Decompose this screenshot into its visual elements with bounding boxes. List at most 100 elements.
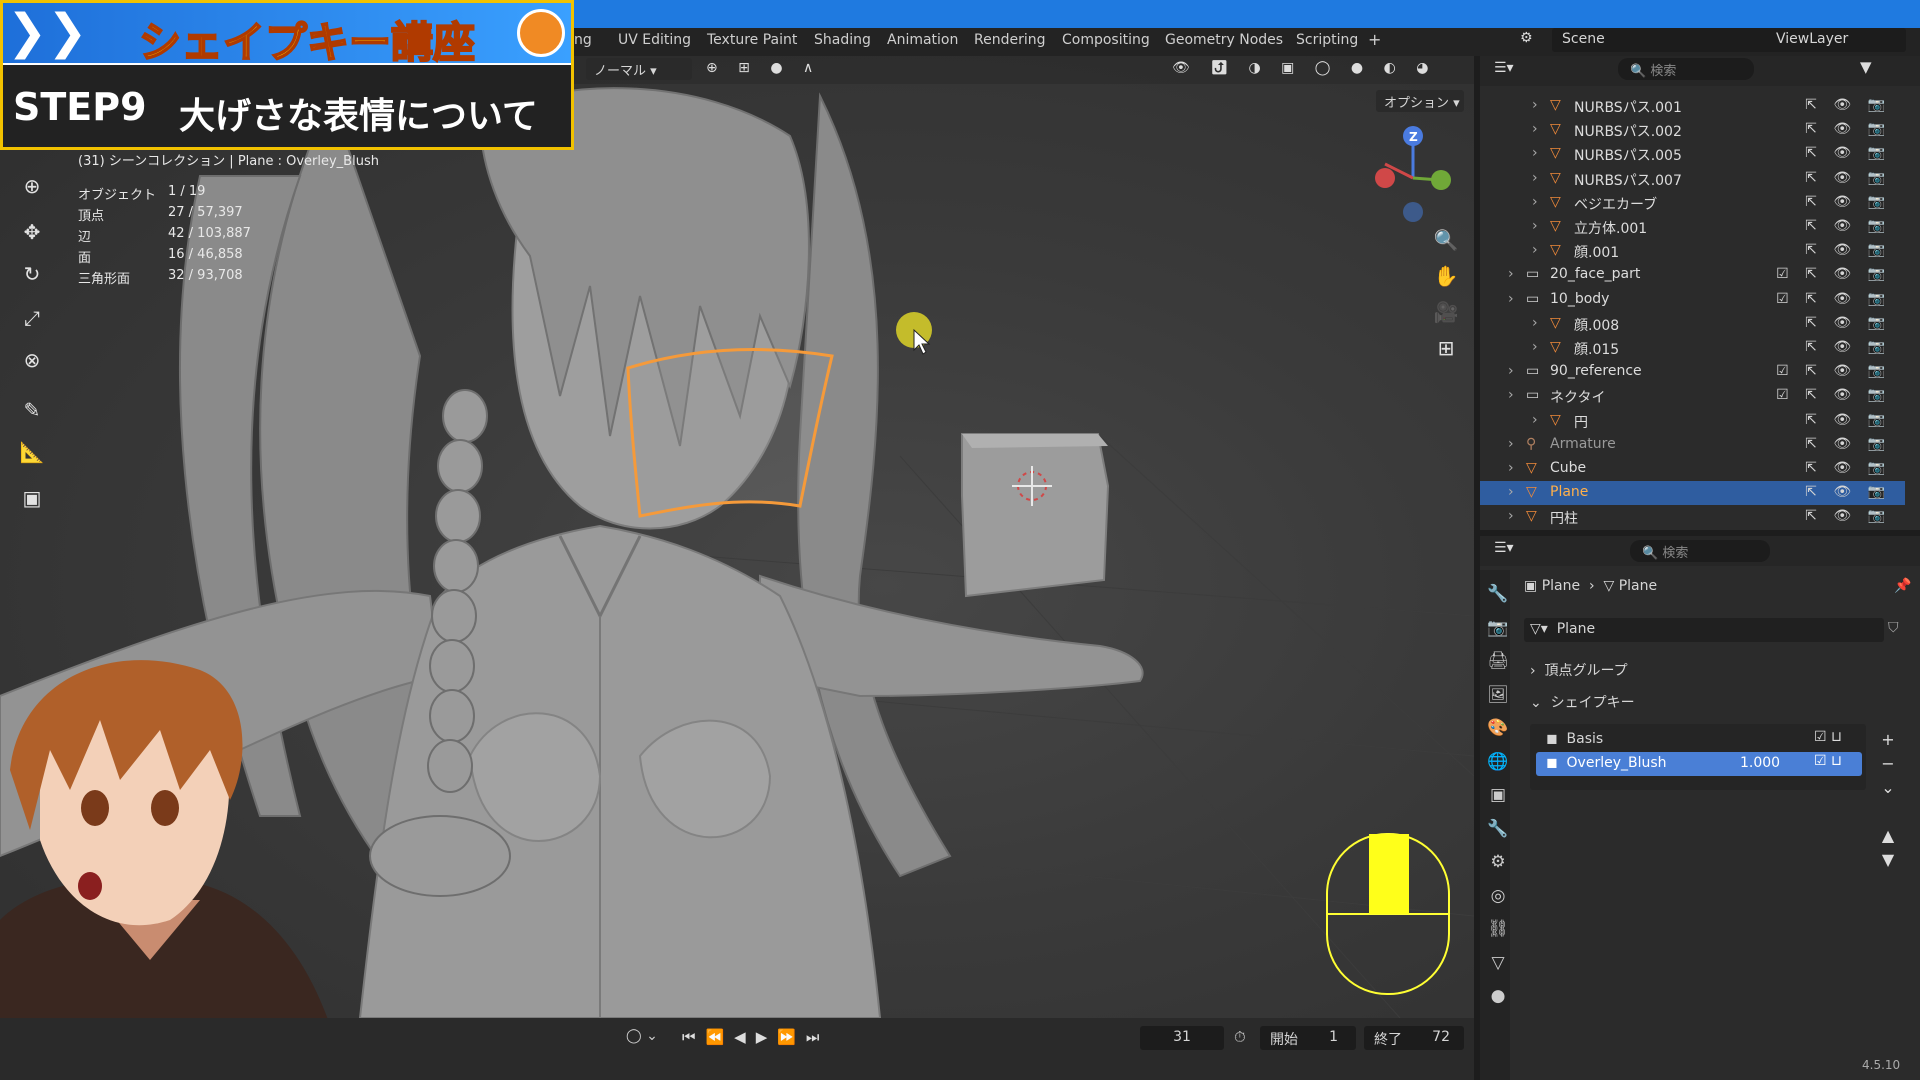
shape-keys-panel-header[interactable]: ⌄ シェイプキー	[1530, 692, 1635, 712]
properties-editor-type-icon[interactable]: ☰▾	[1494, 540, 1514, 556]
expand-arrow-icon[interactable]: ›	[1532, 97, 1538, 113]
visibility-controls[interactable]: ⇱ 👁 📷	[1805, 242, 1891, 258]
camera-view-icon[interactable]: 🎥	[1428, 294, 1464, 330]
visibility-controls[interactable]: ⇱ 👁 📷	[1805, 145, 1891, 161]
expand-arrow-icon[interactable]: ›	[1508, 387, 1514, 403]
add-workspace-button[interactable]: +	[1368, 30, 1381, 49]
visibility-controls[interactable]: ⇱ 👁 📷	[1805, 412, 1891, 428]
tab-compositing[interactable]: Compositing	[1062, 32, 1150, 48]
tab-animation[interactable]: Animation	[887, 32, 958, 48]
vertex-groups-panel-header[interactable]: › 頂点グループ	[1530, 660, 1628, 680]
visibility-controls[interactable]: ⇱ 👁 📷	[1805, 97, 1891, 113]
start-frame-field[interactable]: 開始 1	[1260, 1026, 1356, 1050]
shape-key-value[interactable]: 1.000	[1740, 755, 1780, 771]
expand-arrow-icon[interactable]: ›	[1508, 363, 1514, 379]
visibility-controls[interactable]: ⇱ 👁 📷	[1805, 436, 1891, 452]
expand-arrow-icon[interactable]: ›	[1532, 170, 1538, 186]
outliner-item[interactable]: › ▽ NURBSパス.002 ⇱ 👁 📷	[1480, 118, 1905, 142]
outliner-item[interactable]: › ▽ NURBSパス.005 ⇱ 👁 📷	[1480, 142, 1905, 166]
outliner-item[interactable]: › ▽ 顔.015 ⇱ 👁 📷	[1480, 336, 1905, 360]
rotate-tool-icon[interactable]: ↻	[14, 256, 50, 292]
options-dropdown[interactable]: オプション ▾	[1376, 90, 1464, 112]
move-tool-icon[interactable]: ✥	[14, 214, 50, 250]
outliner-item[interactable]: › ▭ ネクタイ ☑ ⇱ 👁 📷	[1480, 384, 1905, 408]
stopwatch-icon[interactable]: ⏱	[1234, 1028, 1246, 1046]
visibility-controls[interactable]: ☑ ⇱ 👁 📷	[1776, 387, 1891, 403]
visibility-controls[interactable]: ☑ ⇱ 👁 📷	[1776, 363, 1891, 379]
outliner-item[interactable]: › ▽ ベジエカーブ ⇱ 👁 📷	[1480, 191, 1905, 215]
zoom-icon[interactable]: 🔍	[1428, 222, 1464, 258]
outliner-filter-icon[interactable]: ▼	[1860, 58, 1872, 76]
visibility-controls[interactable]: ☑ ⇱ 👁 📷	[1776, 266, 1891, 282]
visibility-controls[interactable]: ⇱ 👁 📷	[1805, 339, 1891, 355]
visibility-controls[interactable]: ⇱ 👁 📷	[1805, 508, 1891, 524]
properties-search-input[interactable]: 🔍 検索	[1630, 540, 1770, 562]
outliner-item[interactable]: › ⚲ Armature ⇱ 👁 📷	[1480, 433, 1905, 457]
expand-arrow-icon[interactable]: ›	[1508, 460, 1514, 476]
cursor-tool-icon[interactable]: ⊕	[14, 168, 50, 204]
tab-uv-editing[interactable]: UV Editing	[618, 32, 691, 48]
outliner-search-input[interactable]: 🔍 検索	[1618, 58, 1754, 80]
visibility-controls[interactable]: ⇱ 👁 📷	[1805, 315, 1891, 331]
expand-arrow-icon[interactable]: ›	[1532, 194, 1538, 210]
outliner-item[interactable]: › ▽ NURBSパス.007 ⇱ 👁 📷	[1480, 167, 1905, 191]
scene-selector[interactable]: Scene	[1552, 28, 1750, 52]
expand-arrow-icon[interactable]: ›	[1508, 484, 1514, 500]
keying-toggle-icon[interactable]: ◯ ⌄	[626, 1028, 658, 1044]
current-frame-field[interactable]: 31	[1140, 1026, 1224, 1050]
expand-arrow-icon[interactable]: ›	[1532, 412, 1538, 428]
expand-arrow-icon[interactable]: ›	[1532, 242, 1538, 258]
visibility-controls[interactable]: ⇱ 👁 📷	[1805, 170, 1891, 186]
expand-arrow-icon[interactable]: ›	[1508, 508, 1514, 524]
tab-rendering[interactable]: Rendering	[974, 32, 1046, 48]
expand-arrow-icon[interactable]: ›	[1532, 315, 1538, 331]
outliner-item[interactable]: › ▽ 顔.008 ⇱ 👁 📷	[1480, 312, 1905, 336]
expand-arrow-icon[interactable]: ›	[1508, 266, 1514, 282]
expand-arrow-icon[interactable]: ›	[1532, 218, 1538, 234]
outliner-item[interactable]: › ▽ 円柱 ⇱ 👁 📷	[1480, 505, 1905, 529]
scale-tool-icon[interactable]: ⤢	[14, 300, 50, 336]
expand-arrow-icon[interactable]: ›	[1532, 145, 1538, 161]
expand-arrow-icon[interactable]: ›	[1532, 339, 1538, 355]
end-frame-field[interactable]: 終了 72	[1364, 1026, 1464, 1050]
tab-geometry-nodes[interactable]: Geometry Nodes	[1165, 32, 1283, 48]
outliner-item[interactable]: › ▭ 20_face_part ☑ ⇱ 👁 📷	[1480, 263, 1905, 287]
pin-icon[interactable]: 📌	[1894, 578, 1911, 594]
tab-layout[interactable]: ng	[574, 32, 592, 48]
pan-hand-icon[interactable]: ✋	[1428, 258, 1464, 294]
transform-tool-icon[interactable]: ⊗	[14, 342, 50, 378]
outliner-item[interactable]: › ▭ 90_reference ☑ ⇱ 👁 📷	[1480, 360, 1905, 384]
cube-object[interactable]	[961, 433, 1110, 598]
outliner-item[interactable]: › ▽ Plane ⇱ 👁 📷	[1480, 481, 1905, 506]
outliner-item[interactable]: › ▽ NURBSパス.001 ⇱ 👁 📷	[1480, 94, 1905, 118]
snapping-controls[interactable]: ⊕ ⊞ ● ∧	[706, 60, 821, 76]
expand-arrow-icon[interactable]: ›	[1508, 291, 1514, 307]
transform-orientation-dropdown[interactable]: ノーマル ▾	[586, 58, 692, 80]
measure-tool-icon[interactable]: 📐	[14, 434, 50, 470]
tab-scripting[interactable]: Scripting	[1296, 32, 1358, 48]
ortho-grid-icon[interactable]: ⊞	[1428, 330, 1464, 366]
expand-arrow-icon[interactable]: ›	[1508, 436, 1514, 452]
add-cube-tool-icon[interactable]: ▣	[14, 480, 50, 516]
outliner-item[interactable]: › ▽ 立方体.001 ⇱ 👁 📷	[1480, 215, 1905, 239]
tab-shading[interactable]: Shading	[814, 32, 871, 48]
properties-tab-icons[interactable]: 🔧 📷 🖨 🖼 🎨 🌐 ▣ 🔧 ⚙ ◎ ⛓ ▽ ●	[1486, 578, 1510, 1014]
visibility-controls[interactable]: ☑ ⇱ 👁 📷	[1776, 291, 1891, 307]
outliner-item[interactable]: › ▽ 顔.001 ⇱ 👁 📷	[1480, 239, 1905, 263]
selected-blush-plane[interactable]	[626, 348, 834, 518]
outliner-editor-type-icon[interactable]: ☰▾	[1494, 60, 1514, 76]
view-layer-selector[interactable]: ViewLayer	[1746, 28, 1906, 52]
annotate-tool-icon[interactable]: ✎	[14, 392, 50, 428]
visibility-controls[interactable]: ⇱ 👁 📷	[1805, 484, 1891, 500]
visibility-controls[interactable]: ⇱ 👁 📷	[1805, 218, 1891, 234]
mesh-data-selector[interactable]: ▽▾ Plane	[1524, 618, 1884, 642]
outliner-item[interactable]: › ▭ 10_body ☑ ⇱ 👁 📷	[1480, 288, 1905, 312]
visibility-controls[interactable]: ⇱ 👁 📷	[1805, 121, 1891, 137]
shape-key-mute-checkbox[interactable]: ☑ ⊔	[1814, 729, 1842, 745]
playback-controls[interactable]: ⏮⏪◀▶⏩⏭	[682, 1028, 829, 1046]
outliner-item[interactable]: › ▽ 円 ⇱ 👁 📷	[1480, 409, 1905, 433]
shape-key-mute-checkbox-active[interactable]: ☑ ⊔	[1814, 753, 1842, 769]
expand-arrow-icon[interactable]: ›	[1532, 121, 1538, 137]
outliner-item[interactable]: › ▽ Cube ⇱ 👁 📷	[1480, 457, 1905, 481]
tab-texture-paint[interactable]: Texture Paint	[707, 32, 797, 48]
